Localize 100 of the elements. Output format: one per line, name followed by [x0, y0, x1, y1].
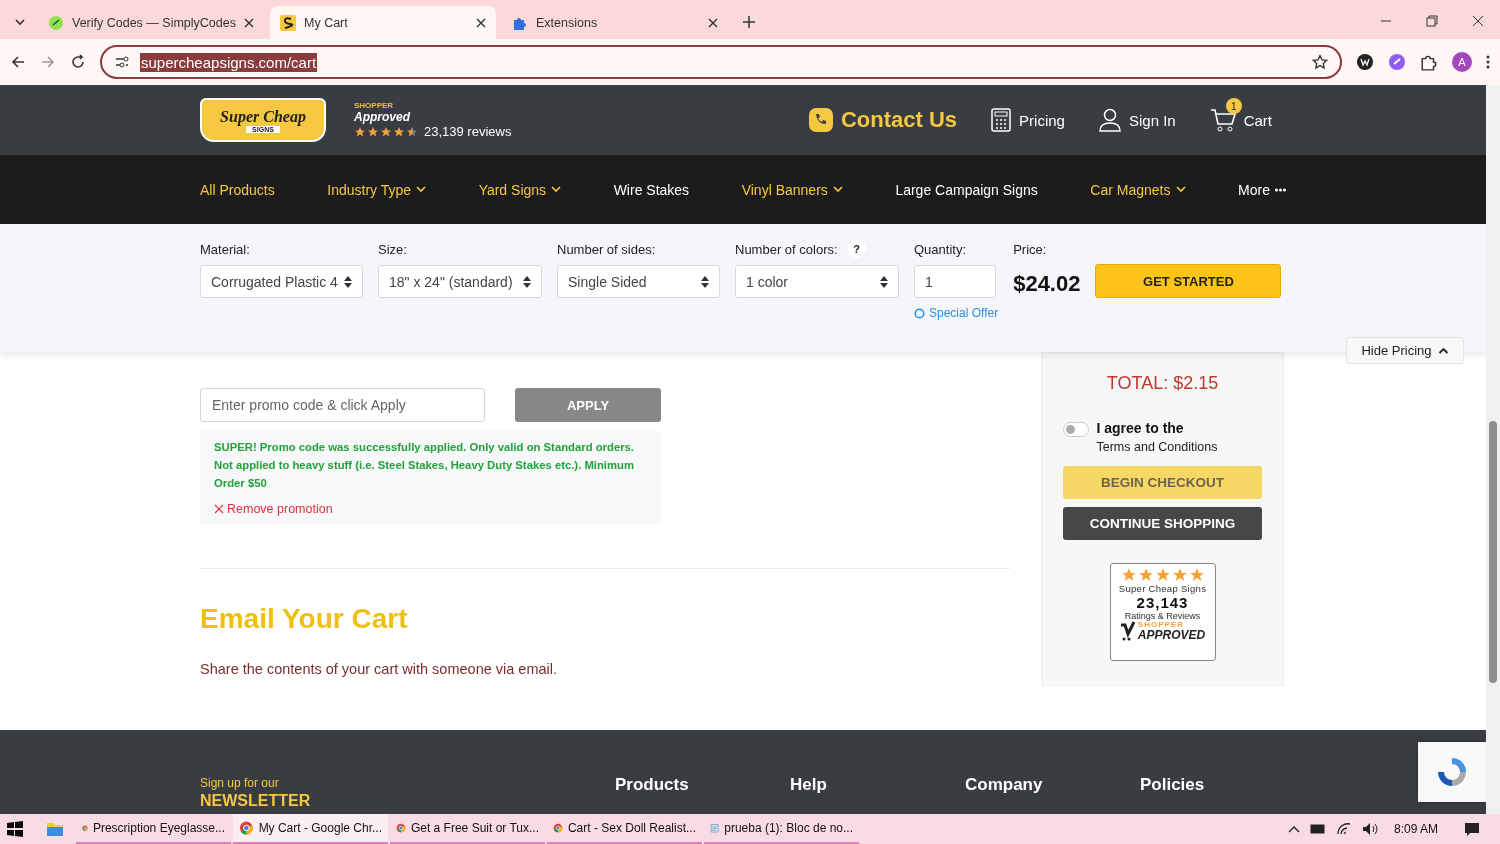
- nav-link[interactable]: All Products: [200, 181, 275, 198]
- taskbar-app[interactable]: Cart - Sex Doll Realist...: [547, 814, 702, 844]
- taskbar-app[interactable]: Get a Free Suit or Tux...: [390, 814, 545, 844]
- puzzle-icon[interactable]: [1420, 53, 1438, 71]
- sort-arrows-icon: [523, 275, 531, 288]
- checkmark-icon: [1119, 621, 1136, 641]
- recaptcha-badge[interactable]: [1418, 742, 1486, 802]
- nav-link[interactable]: Industry Type: [327, 181, 427, 198]
- restore-icon[interactable]: [1426, 15, 1438, 27]
- badge-count: 23,143: [1136, 594, 1189, 611]
- browser-tab[interactable]: My Cart: [270, 6, 496, 39]
- close-icon[interactable]: [244, 17, 254, 28]
- get-started-button[interactable]: GET STARTED: [1095, 264, 1282, 298]
- apply-button[interactable]: APPLY: [515, 388, 661, 422]
- terms-link[interactable]: Terms and Conditions: [1096, 440, 1218, 454]
- star-icon: [1120, 567, 1137, 583]
- close-icon[interactable]: [476, 17, 486, 28]
- sort-arrows-icon: [701, 275, 709, 288]
- profile-avatar[interactable]: A: [1452, 52, 1472, 72]
- quantity-input[interactable]: 1: [914, 265, 996, 298]
- promo-code-input[interactable]: Enter promo code & click Apply: [200, 388, 485, 422]
- footer-heading: Company: [965, 775, 1044, 796]
- option-select[interactable]: Single Sided: [557, 265, 720, 298]
- close-icon: [214, 504, 224, 514]
- reviews-count[interactable]: 23,139 reviews: [424, 124, 512, 139]
- wifi-icon[interactable]: [1335, 822, 1352, 836]
- chevron-down-icon: [832, 186, 843, 193]
- notification-icon[interactable]: [1464, 821, 1480, 837]
- help-button[interactable]: ?: [847, 240, 866, 258]
- recaptcha-icon: [1435, 755, 1469, 789]
- taskbar-app[interactable]: prueba (1): Bloc de no...: [704, 814, 859, 844]
- star-icon: [367, 125, 379, 138]
- star-icon: [1137, 567, 1154, 583]
- section-description: Share the contents of your cart with someone via email.: [200, 661, 559, 677]
- chevron-up-icon[interactable]: [1287, 825, 1300, 833]
- taskbar-app[interactable]: My Cart - Google Chr...: [233, 814, 388, 844]
- browser-tab[interactable]: Extensions: [502, 6, 728, 39]
- hide-pricing-button[interactable]: Hide Pricing: [1346, 337, 1464, 364]
- chevron-down-icon: [15, 18, 25, 26]
- new-tab-icon[interactable]: [742, 15, 756, 29]
- forward-icon[interactable]: [40, 54, 56, 70]
- cart-link[interactable]: Cart 1: [1209, 98, 1272, 132]
- section-heading: Email Your Cart: [200, 603, 409, 635]
- star-icon: [1188, 567, 1205, 583]
- speaker-icon[interactable]: [1361, 822, 1378, 836]
- menu-icon[interactable]: [1486, 54, 1490, 70]
- badge-approved-label: APPROVED: [1137, 629, 1206, 641]
- chevron-down-icon: [416, 186, 427, 193]
- contact-link[interactable]: Contact Us: [808, 107, 958, 133]
- footer-heading: Policies: [1140, 775, 1206, 796]
- nav-link[interactable]: Vinyl Banners: [741, 181, 843, 198]
- close-icon[interactable]: [1472, 15, 1484, 27]
- newsletter-heading: NEWSLETTER: [200, 792, 312, 810]
- field-label: Number of colors:: [735, 241, 838, 257]
- reload-icon[interactable]: [70, 54, 86, 70]
- dots-icon: [1275, 187, 1286, 192]
- address-bar[interactable]: supercheapsigns.com/cart: [100, 45, 1342, 79]
- star-icon: [380, 125, 392, 138]
- folder-icon[interactable]: [46, 821, 64, 837]
- star-icon: [1154, 567, 1171, 583]
- nav-link[interactable]: Wire Stakes: [613, 181, 690, 198]
- extension-icon[interactable]: [1356, 53, 1374, 71]
- nav-link[interactable]: Car Magnets: [1090, 181, 1186, 198]
- nav-link[interactable]: More: [1238, 181, 1286, 198]
- site-settings-icon[interactable]: [114, 54, 130, 70]
- cart-count-badge: 1: [1225, 98, 1242, 114]
- option-select[interactable]: Corrugated Plastic 4: [200, 265, 363, 298]
- agree-toggle[interactable]: [1062, 422, 1089, 437]
- chevron-down-icon: [1175, 186, 1186, 193]
- option-select[interactable]: 18" x 24" (standard): [378, 265, 542, 298]
- pricing-link[interactable]: Pricing: [991, 108, 1065, 132]
- radio-icon: [914, 307, 925, 319]
- calculator-icon: [991, 108, 1012, 132]
- s-logo-icon: [280, 14, 296, 31]
- battery-icon[interactable]: [1309, 823, 1326, 835]
- url-text: supercheapsigns.com/cart: [140, 52, 318, 72]
- scrollbar[interactable]: [1486, 85, 1500, 814]
- reviews-badge[interactable]: Super Cheap Signs 23,143 Ratings & Reviews SHOPPER APPROVED: [1109, 563, 1216, 661]
- field-label: Number of sides:: [557, 241, 656, 257]
- nav-link[interactable]: Yard Signs: [478, 181, 562, 198]
- option-select[interactable]: 1 color: [735, 265, 899, 298]
- chevron-down-icon: [551, 186, 562, 193]
- star-icon: [406, 125, 418, 138]
- browser-tab[interactable]: Verify Codes — SimplyCodes: [38, 6, 264, 39]
- badge-caption: SHOPPER: [354, 101, 395, 110]
- sign-in-link[interactable]: Sign In: [1098, 108, 1176, 132]
- badge-small-label: SHOPPER: [1137, 621, 1185, 629]
- footer-heading: Help: [790, 775, 828, 796]
- start-icon[interactable]: [6, 820, 24, 838]
- star-bookmark-icon[interactable]: [1312, 54, 1328, 70]
- back-icon[interactable]: [10, 54, 26, 70]
- continue-shopping-button[interactable]: CONTINUE SHOPPING: [1063, 507, 1262, 540]
- price-value: $24.02: [1013, 271, 1081, 297]
- close-icon[interactable]: [708, 17, 718, 28]
- taskbar-app[interactable]: Prescription Eyeglasse...: [76, 814, 231, 844]
- field-label: Price:: [1013, 241, 1047, 257]
- nav-link[interactable]: Large Campaign Signs: [895, 181, 1038, 198]
- sort-arrows-icon: [344, 275, 352, 288]
- clock-time[interactable]: 8:09 AM: [1393, 822, 1438, 836]
- remove-promotion-link[interactable]: Remove promotion: [214, 502, 647, 516]
